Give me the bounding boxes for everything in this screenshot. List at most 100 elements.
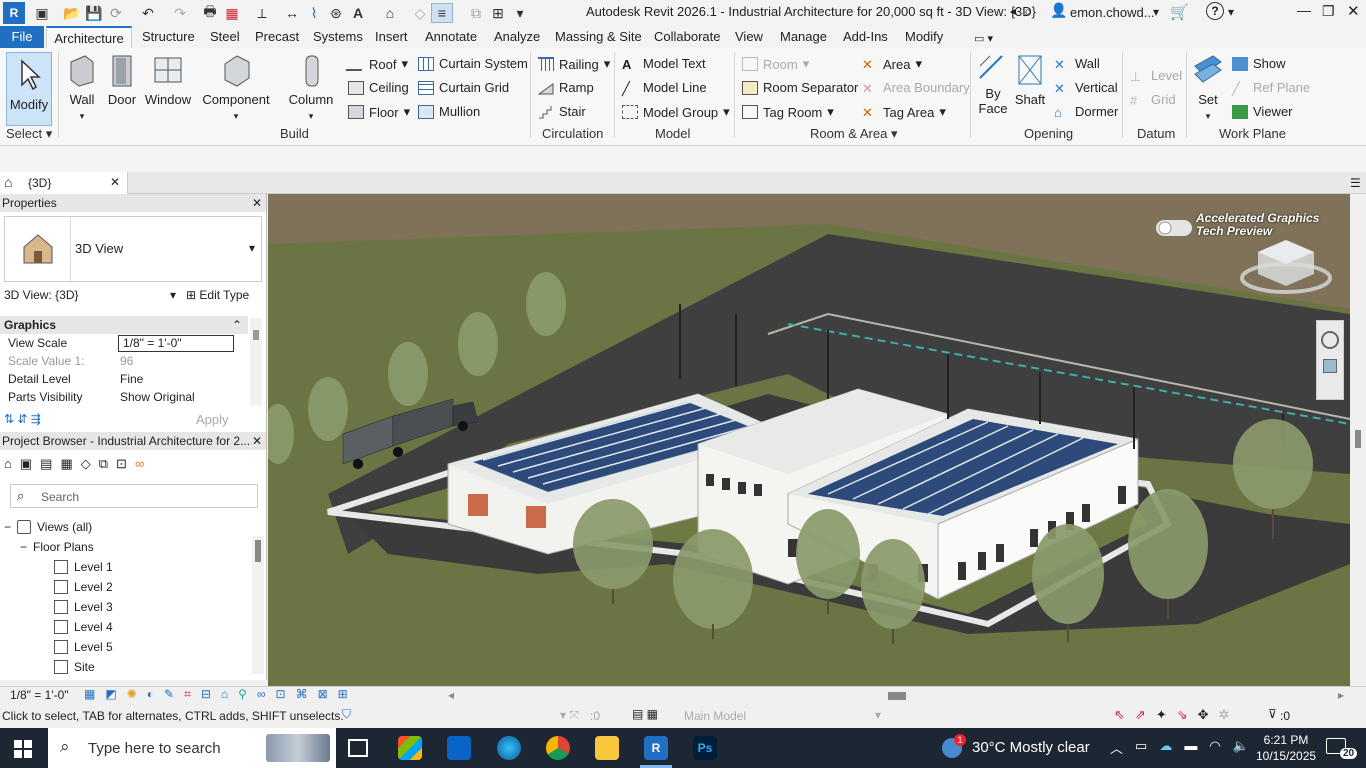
- properties-help-icons[interactable]: ⇅ ⇵ ⇶: [4, 412, 41, 426]
- close-hidden-icon[interactable]: ⧉: [465, 3, 487, 23]
- tag-icon[interactable]: ⌇: [303, 3, 325, 23]
- instance-selector[interactable]: 3D View: {3D} ▾: [4, 288, 182, 302]
- restore-icon[interactable]: ❐: [1322, 3, 1335, 20]
- by-face-button[interactable]: By Face: [976, 52, 1010, 116]
- select-underlay-icon[interactable]: ⇗: [1135, 707, 1146, 723]
- browser-groups-icon[interactable]: ⧉: [99, 456, 108, 472]
- temporary-hide-icon[interactable]: ⚲: [238, 687, 247, 702]
- horizontal-scrollbar[interactable]: [460, 692, 1336, 700]
- railing-button[interactable]: Railing ▾: [538, 56, 610, 72]
- redo-icon[interactable]: ↷: [169, 3, 191, 23]
- window-button[interactable]: Window: [144, 52, 192, 107]
- browser-sheets-icon[interactable]: ▤: [40, 456, 52, 472]
- save-icon[interactable]: 💾: [83, 3, 105, 23]
- minimize-icon[interactable]: —: [1297, 2, 1311, 18]
- crop-view-icon[interactable]: ⌗: [184, 687, 191, 702]
- wall-opening-button[interactable]: ✕ Wall: [1054, 56, 1100, 72]
- ceiling-button[interactable]: Ceiling: [348, 80, 409, 95]
- clock[interactable]: 6:21 PM 10/15/2025: [1256, 732, 1316, 764]
- detail-level-icon[interactable]: ▦: [84, 687, 95, 702]
- onedrive-icon[interactable]: ☁: [1159, 738, 1172, 757]
- view-scale-field[interactable]: 1/8" = 1'-0": [118, 335, 234, 352]
- photoshop-icon[interactable]: Ps: [693, 736, 717, 760]
- 3d-viewport[interactable]: Accelerated Graphics Tech Preview: [268, 194, 1350, 686]
- design-options-icon[interactable]: ▤ ▦: [632, 707, 658, 721]
- scroll-left-icon[interactable]: ◂: [448, 688, 454, 702]
- browser-close-icon[interactable]: ✕: [252, 432, 262, 450]
- app-menu-icon[interactable]: ▣: [31, 3, 53, 23]
- open-icon[interactable]: 📂: [61, 3, 83, 23]
- chrome-icon[interactable]: [546, 736, 570, 760]
- column-button[interactable]: Column ▾: [286, 52, 336, 122]
- measure-icon[interactable]: ⟂: [251, 3, 273, 23]
- browser-links-icon[interactable]: ⊡: [116, 456, 127, 472]
- reveal-hidden-icon[interactable]: ∞: [257, 687, 266, 702]
- mullion-button[interactable]: Mullion: [418, 104, 480, 119]
- undo-icon[interactable]: ↶: [137, 3, 159, 23]
- tag-area-button[interactable]: ✕ Tag Area ▾: [862, 104, 946, 120]
- browser-families-icon[interactable]: ◇: [81, 456, 91, 472]
- floor-plans-node[interactable]: − Floor Plans: [20, 540, 94, 554]
- edit-type-button[interactable]: ⊞ Edit Type: [186, 288, 249, 302]
- taskbar-search[interactable]: ⌕ Type here to search: [48, 728, 336, 768]
- analytical-icon[interactable]: ⌘: [296, 687, 308, 702]
- background-process-icon[interactable]: ✲: [1219, 707, 1230, 723]
- viewer-button[interactable]: Viewer: [1232, 104, 1293, 119]
- model-line-button[interactable]: ╱ Model Line: [622, 80, 707, 96]
- thin-lines-icon[interactable]: ≡: [431, 3, 453, 23]
- shaft-button[interactable]: Shaft: [1012, 52, 1048, 107]
- select-panel-label[interactable]: Select ▾: [6, 126, 52, 142]
- tab-precast[interactable]: Precast: [255, 26, 299, 48]
- ramp-button[interactable]: Ramp: [537, 80, 594, 95]
- main-model-dropdown-icon[interactable]: ▾: [875, 708, 881, 722]
- user-icon[interactable]: 👤: [1050, 2, 1067, 19]
- drag-elements-icon[interactable]: ✥: [1198, 707, 1209, 723]
- help-icon[interactable]: ?: [1206, 2, 1224, 20]
- view-tab-3d[interactable]: ⌂ {3D} ✕: [0, 172, 128, 194]
- tab-structure[interactable]: Structure: [142, 26, 195, 48]
- area-boundary-button[interactable]: ✕ Area Boundary: [862, 80, 970, 96]
- component-button[interactable]: Component ▾: [202, 52, 270, 122]
- text-icon[interactable]: A: [347, 3, 369, 23]
- views-all-node[interactable]: − Views (all): [4, 520, 92, 534]
- ref-plane-button[interactable]: ╱ Ref Plane: [1232, 80, 1310, 96]
- store-icon[interactable]: [398, 736, 422, 760]
- grid-button[interactable]: # Grid: [1130, 92, 1176, 108]
- tab-file[interactable]: File: [0, 26, 44, 48]
- level-2-node[interactable]: Level 2: [54, 580, 113, 594]
- constraints-icon[interactable]: ⊞: [338, 687, 348, 702]
- cart-icon[interactable]: 🛒: [1170, 3, 1189, 21]
- area-button[interactable]: ✕ Area ▾: [862, 56, 922, 72]
- tab-architecture[interactable]: Architecture: [46, 26, 132, 48]
- view-tab-close-icon[interactable]: ✕: [110, 175, 120, 189]
- model-text-button[interactable]: A Model Text: [622, 56, 706, 72]
- visual-style-icon[interactable]: ◩: [105, 687, 116, 702]
- user-name[interactable]: emon.chowd...: [1070, 5, 1155, 20]
- file-explorer-icon[interactable]: [595, 736, 619, 760]
- level-1-node[interactable]: Level 1: [54, 560, 113, 574]
- set-work-plane-button[interactable]: Set ▾: [1190, 52, 1226, 122]
- site-node[interactable]: Site: [54, 660, 95, 674]
- zoom-region-icon[interactable]: [1323, 359, 1337, 373]
- show-crop-icon[interactable]: ⊟: [201, 687, 211, 702]
- wall-button[interactable]: Wall ▾: [62, 52, 102, 122]
- level-5-node[interactable]: Level 5: [54, 640, 113, 654]
- lock-3d-icon[interactable]: ⌂: [221, 687, 228, 702]
- help-collapse-icon[interactable]: ◂: [1010, 4, 1016, 18]
- properties-scrollbar[interactable]: [250, 318, 262, 406]
- outlook-icon[interactable]: [447, 736, 471, 760]
- browser-home-icon[interactable]: ⌂: [4, 456, 12, 472]
- switch-windows-icon[interactable]: ⊞: [487, 3, 509, 23]
- roof-button[interactable]: Roof ▾: [345, 56, 408, 72]
- search-input[interactable]: Search: [41, 490, 79, 504]
- volume-icon[interactable]: 🔈: [1233, 738, 1249, 757]
- selection-count-icon[interactable]: ▾ ⤧: [560, 708, 579, 723]
- tab-modify[interactable]: Modify: [905, 26, 943, 48]
- room-separator-button[interactable]: Room Separator: [742, 80, 858, 95]
- curtain-system-button[interactable]: Curtain System: [418, 56, 528, 71]
- main-model[interactable]: Main Model: [684, 709, 746, 723]
- room-button[interactable]: Room ▾: [742, 56, 809, 72]
- help-dropdown-icon[interactable]: ▾: [1228, 5, 1234, 19]
- print-icon[interactable]: 🖶: [199, 3, 221, 23]
- tab-collaborate[interactable]: Collaborate: [654, 26, 721, 48]
